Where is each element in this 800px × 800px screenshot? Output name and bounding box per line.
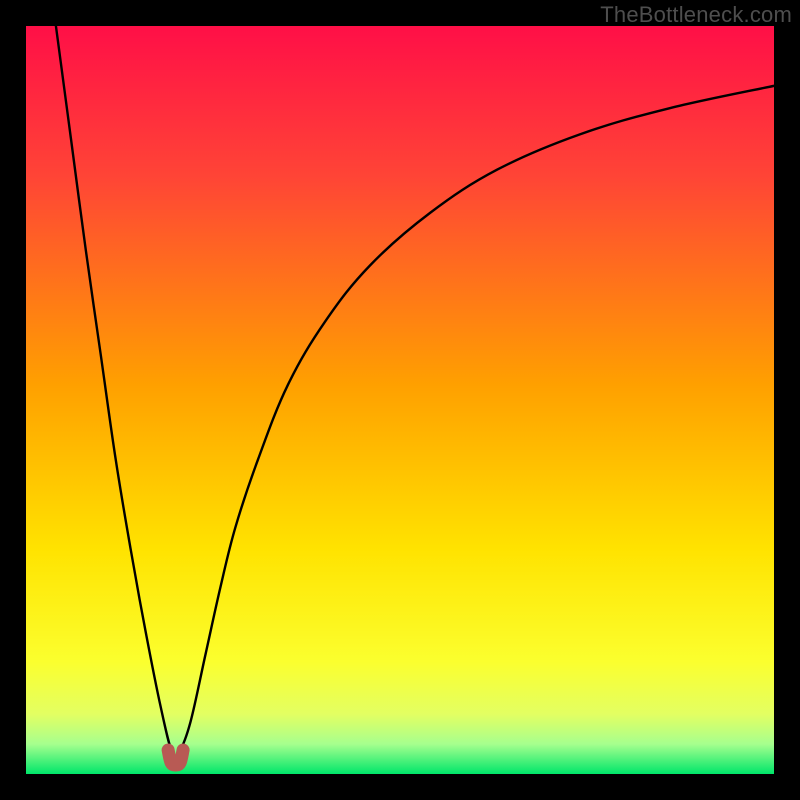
chart-plot-area [26, 26, 774, 774]
chart-svg [26, 26, 774, 774]
chart-background [26, 26, 774, 774]
chart-frame: TheBottleneck.com [0, 0, 800, 800]
watermark-text: TheBottleneck.com [600, 2, 792, 28]
